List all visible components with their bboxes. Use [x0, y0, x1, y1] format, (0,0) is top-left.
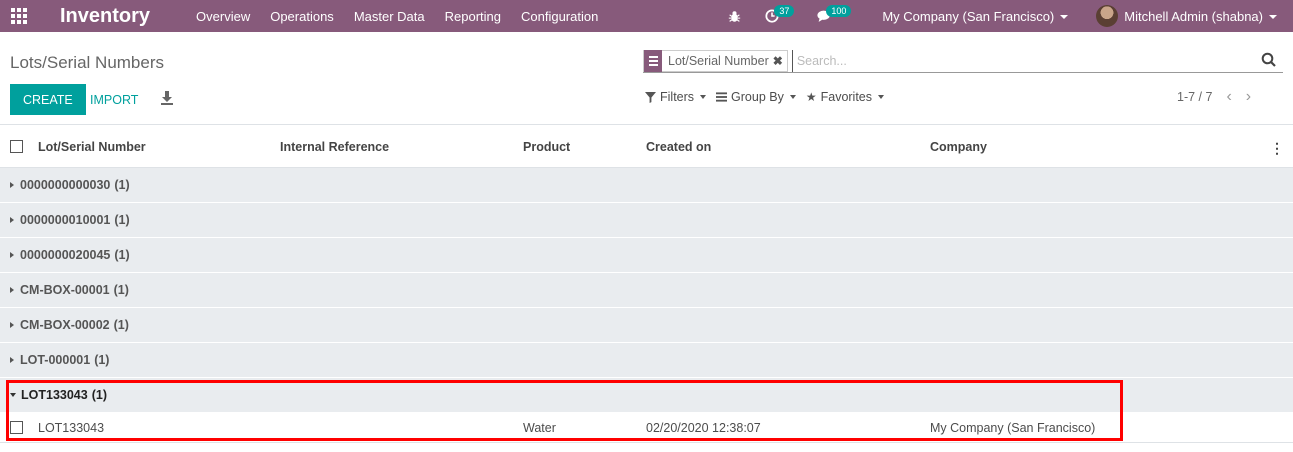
column-lot-serial-number[interactable]: Lot/Serial Number: [38, 140, 146, 154]
top-navbar: Inventory Overview Operations Master Dat…: [0, 0, 1293, 32]
caret-down-icon: [10, 393, 16, 397]
optional-columns-icon[interactable]: ⋮: [1270, 140, 1284, 157]
cell-product: Water: [523, 421, 556, 435]
caret-right-icon: [10, 357, 14, 363]
column-created-on[interactable]: Created on: [646, 140, 711, 154]
avatar[interactable]: [1096, 5, 1119, 27]
group-row[interactable]: CM-BOX-00001 (1): [0, 273, 1293, 308]
column-product[interactable]: Product: [523, 140, 570, 154]
column-company[interactable]: Company: [930, 140, 987, 154]
group-count: (1): [113, 318, 129, 332]
company-name: My Company (San Francisco): [882, 8, 1055, 24]
search-input[interactable]: [791, 49, 1232, 72]
group-count: (1): [113, 283, 129, 297]
search-facet[interactable]: Lot/Serial Number ✖: [643, 49, 788, 72]
column-internal-reference[interactable]: Internal Reference: [280, 140, 389, 154]
row-checkbox[interactable]: [10, 421, 23, 434]
group-name: LOT-000001: [20, 353, 91, 367]
search-bar: Lot/Serial Number ✖: [643, 49, 1283, 73]
group-row[interactable]: CM-BOX-00002 (1): [0, 308, 1293, 343]
chevron-down-icon: [878, 95, 885, 99]
pager-value[interactable]: 1-7 / 7: [1177, 90, 1212, 104]
messages-chat-icon[interactable]: 100: [814, 5, 852, 26]
search-options: Filters Group By ★ Favorites: [645, 90, 894, 104]
filters-label: Filters: [660, 90, 695, 104]
list-icon: [716, 92, 728, 102]
caret-right-icon: [10, 217, 14, 223]
caret-right-icon: [10, 322, 14, 328]
group-count: (1): [94, 353, 110, 367]
menu-master-data[interactable]: Master Data: [354, 9, 425, 24]
group-name: CM-BOX-00001: [20, 283, 110, 297]
chevron-down-icon: [1269, 15, 1277, 20]
caret-right-icon: [10, 287, 14, 293]
group-count: (1): [91, 388, 107, 402]
download-icon[interactable]: [160, 90, 174, 106]
favorites-label: Favorites: [820, 90, 873, 104]
company-switcher[interactable]: My Company (San Francisco): [882, 8, 1069, 24]
user-menu[interactable]: Mitchell Admin (shabna): [1124, 9, 1277, 24]
star-icon: ★: [805, 90, 817, 104]
group-count: (1): [114, 178, 130, 192]
table-row[interactable]: LOT133043 Water 02/20/2020 12:38:07 My C…: [0, 413, 1293, 443]
chevron-left-icon[interactable]: ‹: [1226, 89, 1231, 105]
search-icon[interactable]: [1261, 52, 1277, 68]
cell-company: My Company (San Francisco): [930, 421, 1096, 435]
caret-right-icon: [10, 252, 14, 258]
cell-created-on: 02/20/2020 12:38:07: [646, 421, 761, 435]
facet-label: Lot/Serial Number: [668, 53, 769, 68]
filters-dropdown[interactable]: Filters: [645, 90, 707, 104]
menu-overview[interactable]: Overview: [196, 9, 250, 24]
group-name: 0000000010001: [20, 213, 111, 227]
cell-lot-serial-number: LOT133043: [38, 421, 105, 435]
caret-right-icon: [10, 182, 14, 188]
group-row-expanded[interactable]: LOT133043 (1): [0, 378, 1293, 413]
pager: 1-7 / 7 ‹ ›: [1177, 89, 1251, 105]
list-header: Lot/Serial Number Internal Reference Pro…: [0, 126, 1293, 168]
lots-list: Lot/Serial Number Internal Reference Pro…: [0, 126, 1293, 443]
close-icon[interactable]: ✖: [773, 54, 787, 68]
group-count: (1): [114, 213, 130, 227]
import-button[interactable]: IMPORT: [90, 84, 138, 115]
groupby-label: Group By: [731, 90, 784, 104]
group-name: 0000000020045: [20, 248, 111, 262]
group-name: 0000000000030: [20, 178, 111, 192]
filter-icon: [645, 91, 656, 103]
group-row[interactable]: 0000000010001 (1): [0, 203, 1293, 238]
menu-reporting[interactable]: Reporting: [445, 9, 501, 24]
group-by-icon: [644, 49, 662, 72]
apps-menu-icon[interactable]: [0, 0, 38, 32]
chevron-right-icon[interactable]: ›: [1246, 89, 1251, 105]
groupby-dropdown[interactable]: Group By: [716, 90, 796, 104]
chevron-down-icon: [1060, 15, 1069, 20]
group-row[interactable]: 0000000020045 (1): [0, 238, 1293, 273]
app-title[interactable]: Inventory: [60, 5, 150, 28]
group-count: (1): [114, 248, 130, 262]
activity-clock-icon[interactable]: 37: [762, 5, 795, 26]
control-panel: Lots/Serial Numbers Lot/Serial Number ✖ …: [0, 32, 1293, 125]
chevron-down-icon: [789, 95, 796, 99]
debug-bug-icon[interactable]: [724, 6, 744, 26]
group-row[interactable]: 0000000000030 (1): [0, 168, 1293, 203]
activity-badge: 37: [774, 5, 795, 17]
group-row[interactable]: LOT-000001 (1): [0, 343, 1293, 378]
menu-configuration[interactable]: Configuration: [521, 9, 598, 24]
chevron-down-icon: [700, 95, 707, 99]
page-title: Lots/Serial Numbers: [10, 53, 165, 72]
menu-operations[interactable]: Operations: [270, 9, 334, 24]
group-name: CM-BOX-00002: [20, 318, 110, 332]
user-name: Mitchell Admin (shabna): [1124, 8, 1263, 24]
create-button[interactable]: CREATE: [10, 84, 86, 115]
favorites-dropdown[interactable]: ★ Favorites: [805, 90, 885, 104]
select-all-checkbox[interactable]: [10, 140, 23, 153]
group-name: LOT133043: [21, 388, 88, 402]
messages-badge: 100: [826, 5, 852, 17]
